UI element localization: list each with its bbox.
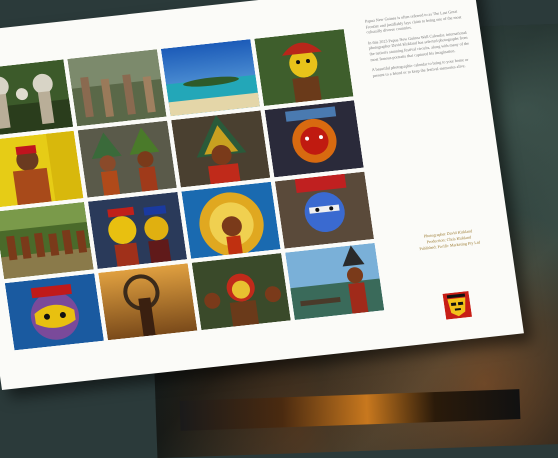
island-beach-photo (160, 39, 261, 117)
yellow-masks-photo (87, 191, 188, 269)
feather-dancers-photo (77, 120, 177, 198)
yellow-face-woman-photo (0, 130, 84, 208)
warrior-group-photo (191, 253, 291, 331)
intro-text: Papua New Guinea is often referred to as… (364, 7, 477, 83)
brochure-page: Papua New Guinea is often referred to as… (0, 0, 524, 390)
feather-crown-photo (181, 181, 281, 259)
huli-wigman-photo (254, 28, 354, 107)
headdress-dancer-photo (171, 110, 271, 188)
painted-face-closeup-photo (4, 273, 104, 351)
dancers-forest-photo (67, 49, 167, 127)
red-painted-face-photo (264, 100, 364, 178)
canoe-warrior-photo (285, 242, 385, 320)
mudmen-photo (0, 59, 74, 137)
blue-face-portrait-photo (274, 171, 375, 249)
photo-grid (0, 28, 385, 351)
village-dancers-photo (0, 202, 94, 280)
hoop-warrior-photo (98, 263, 198, 341)
mask-logo-icon (442, 291, 473, 320)
